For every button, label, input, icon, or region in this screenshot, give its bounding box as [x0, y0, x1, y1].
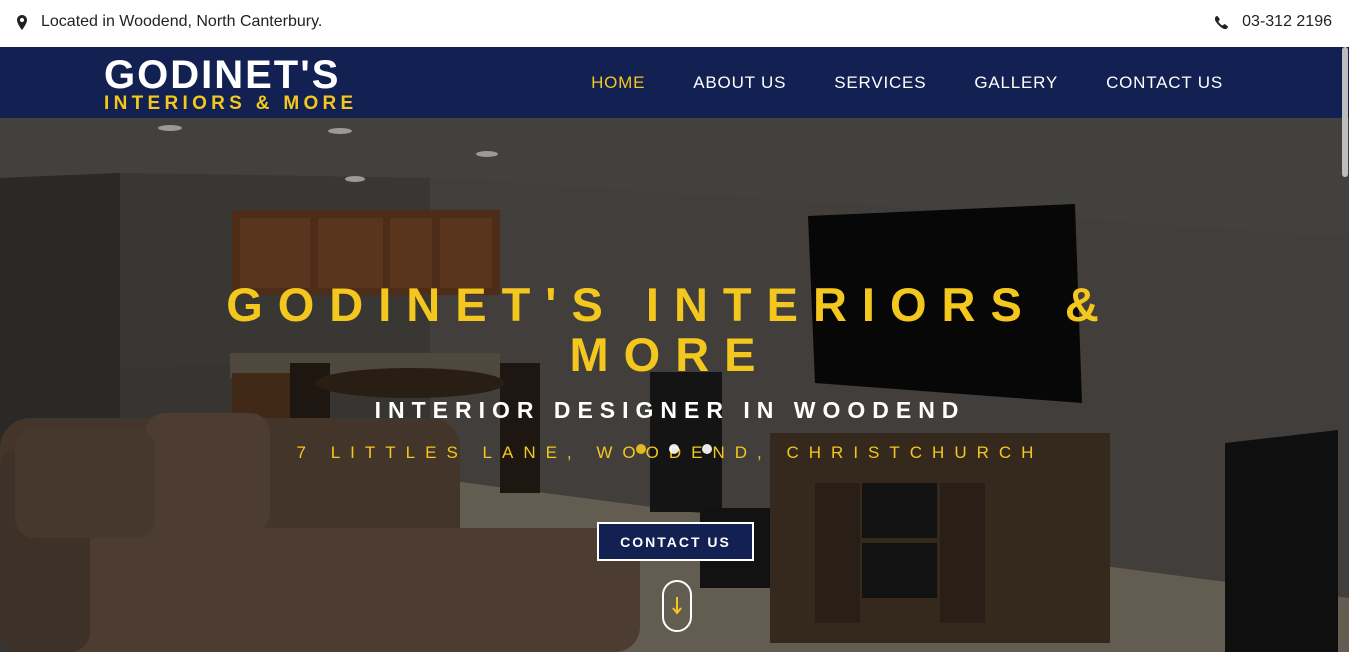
map-marker-icon — [17, 14, 27, 30]
phone-icon — [1215, 15, 1229, 29]
logo-line-2: INTERIORS & MORE — [104, 93, 358, 114]
phone-text[interactable]: 03-312 2196 — [1242, 13, 1332, 31]
hero-subtitle: INTERIOR DESIGNER IN WOODEND — [374, 397, 966, 423]
phone-info[interactable]: 03-312 2196 — [1215, 13, 1332, 31]
page-scrollbar[interactable] — [1341, 47, 1349, 652]
arrow-down-icon — [672, 597, 682, 615]
main-nav: HOME ABOUT US SERVICES GALLERY CONTACT U… — [543, 73, 1223, 93]
nav-item-gallery[interactable]: GALLERY — [974, 73, 1058, 93]
nav-item-about-us[interactable]: ABOUT US — [693, 73, 786, 93]
nav-item-contact-us[interactable]: CONTACT US — [1106, 73, 1223, 93]
slider-dots — [636, 444, 735, 454]
scroll-down-button[interactable] — [662, 580, 692, 632]
location-text: Located in Woodend, North Canterbury. — [41, 13, 323, 30]
site-logo[interactable]: GODINET'S INTERIORS & MORE — [104, 53, 358, 114]
logo-line-1: GODINET'S — [104, 53, 341, 97]
contact-us-button[interactable]: CONTACT US — [597, 522, 754, 561]
top-info-bar: Located in Woodend, North Canterbury. 03… — [0, 0, 1349, 47]
hero-overlay — [0, 118, 1349, 652]
hero-slider: GODINET'S INTERIORS & MORE INTERIOR DESI… — [0, 118, 1349, 652]
scrollbar-thumb[interactable] — [1342, 47, 1348, 177]
slider-dot-3[interactable] — [702, 444, 712, 454]
slider-dot-1[interactable] — [636, 444, 646, 454]
main-navbar: GODINET'S INTERIORS & MORE HOME ABOUT US… — [0, 47, 1349, 118]
slider-dot-2[interactable] — [669, 444, 679, 454]
nav-item-services[interactable]: SERVICES — [834, 73, 926, 93]
hero-title: GODINET'S INTERIORS & MORE — [226, 278, 1114, 381]
nav-item-home[interactable]: HOME — [591, 73, 645, 93]
location-info: Located in Woodend, North Canterbury. — [17, 13, 322, 31]
